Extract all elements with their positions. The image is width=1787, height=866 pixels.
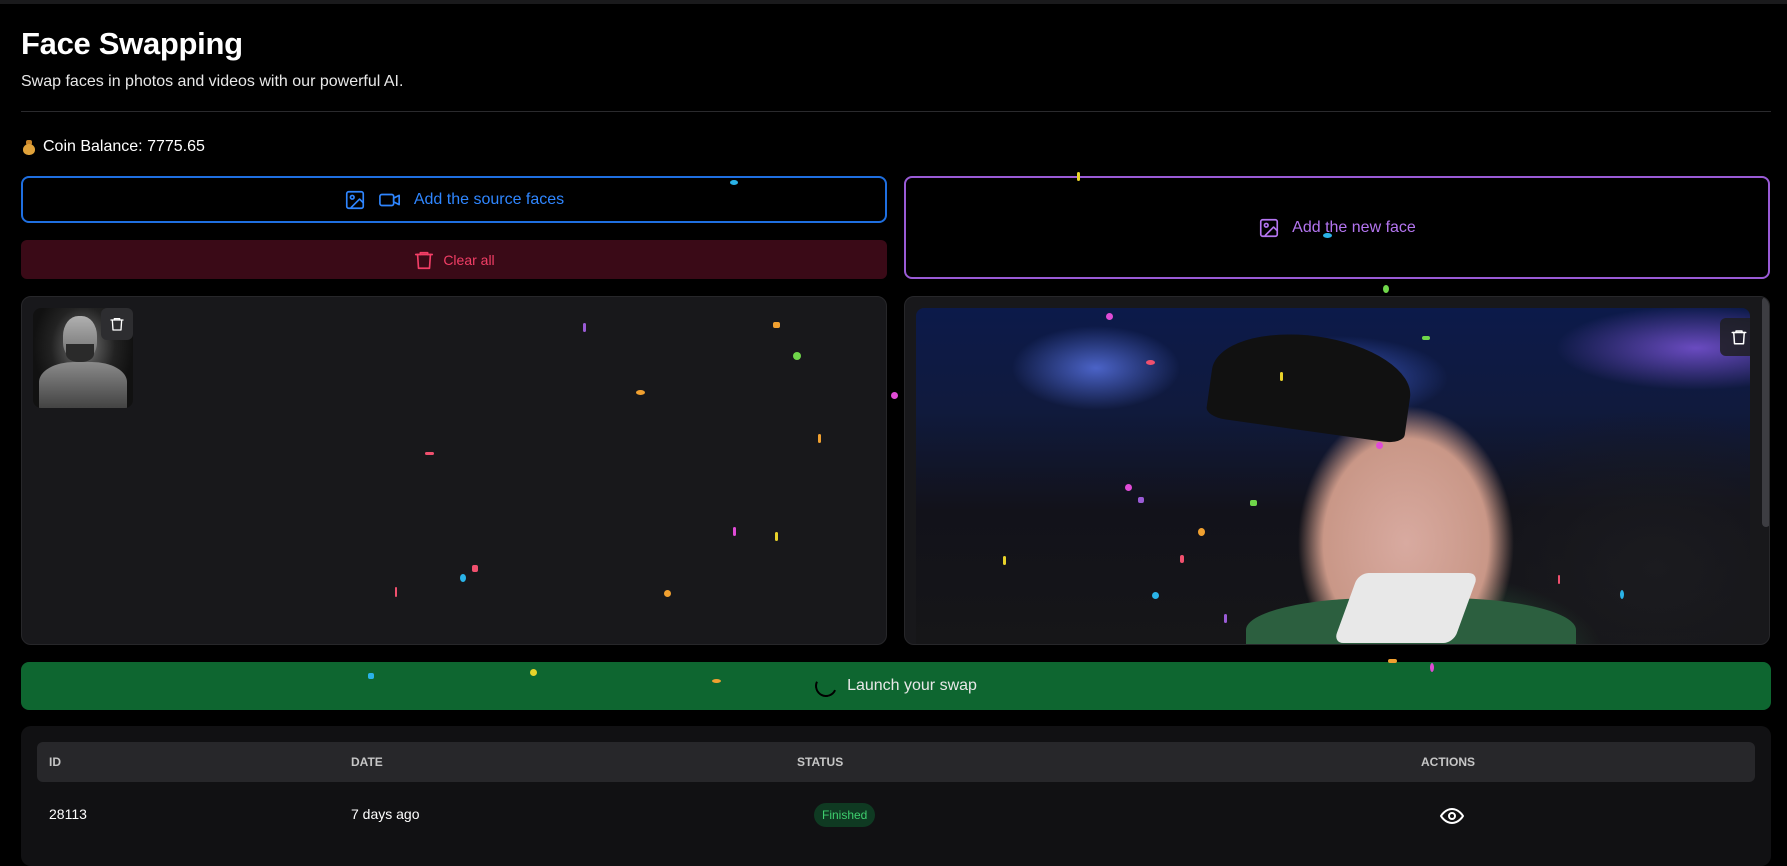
confetti-piece — [1388, 659, 1397, 663]
confetti-piece — [636, 390, 645, 395]
add-source-faces-label: Add the source faces — [413, 190, 565, 208]
new-face-preview-image — [916, 308, 1750, 644]
confetti-piece — [664, 590, 671, 597]
confetti-piece — [583, 323, 586, 332]
confetti-piece — [712, 679, 721, 683]
confetti-piece — [733, 527, 736, 536]
confetti-piece — [730, 180, 738, 185]
coin-balance: Coin Balance: 7775.65 — [21, 138, 205, 156]
confetti-piece — [1323, 233, 1332, 238]
confetti-piece — [1250, 500, 1257, 506]
loading-spinner-icon — [811, 671, 841, 701]
confetti-piece — [1376, 442, 1383, 449]
clear-all-button[interactable]: Clear all — [21, 240, 887, 279]
confetti-piece — [818, 434, 821, 443]
add-new-face-button[interactable]: Add the new face — [904, 176, 1770, 279]
row-date: 7 days ago — [351, 806, 420, 822]
video-icon — [378, 193, 400, 206]
confetti-piece — [395, 587, 397, 597]
status-badge: Finished — [814, 803, 876, 827]
confetti-piece — [1106, 313, 1113, 320]
delete-source-face-button[interactable] — [101, 308, 133, 340]
confetti-piece — [891, 392, 898, 399]
confetti-piece — [775, 532, 778, 541]
column-header-date: DATE — [351, 755, 383, 769]
confetti-piece — [1152, 592, 1159, 599]
confetti-piece — [1224, 614, 1227, 623]
confetti-piece — [1003, 556, 1006, 565]
confetti-piece — [1422, 336, 1430, 340]
confetti-piece — [1383, 285, 1389, 293]
page-subtitle: Swap faces in photos and videos with our… — [21, 73, 404, 90]
confetti-piece — [472, 565, 478, 572]
launch-swap-label: Launch your swap — [847, 677, 977, 694]
column-header-status: STATUS — [797, 755, 844, 769]
scrollbar[interactable] — [1762, 297, 1769, 527]
confetti-piece — [530, 669, 537, 676]
add-source-faces-button[interactable]: Add the source faces — [21, 176, 887, 223]
delete-new-face-button[interactable] — [1720, 318, 1750, 356]
image-icon — [1260, 218, 1279, 237]
table-row: 28113 7 days ago Finished — [37, 786, 1755, 836]
column-header-actions: ACTIONS — [1421, 755, 1475, 769]
eye-icon[interactable] — [1440, 804, 1464, 828]
confetti-piece — [1125, 484, 1132, 491]
row-id: 28113 — [49, 806, 87, 822]
top-border — [0, 0, 1787, 4]
coin-balance-label: Coin Balance: 7775.65 — [43, 138, 205, 155]
swap-history-table: ID DATE STATUS ACTIONS 28113 7 days ago … — [21, 726, 1771, 866]
new-face-panel — [904, 296, 1770, 645]
confetti-piece — [1620, 590, 1624, 599]
confetti-piece — [368, 673, 374, 679]
confetti-piece — [460, 574, 466, 582]
confetti-piece — [1280, 372, 1283, 381]
column-header-id: ID — [49, 755, 61, 769]
confetti-piece — [425, 452, 434, 455]
confetti-piece — [1077, 172, 1080, 181]
confetti-piece — [773, 322, 780, 328]
trash-icon — [110, 318, 124, 331]
image-icon — [345, 190, 364, 209]
source-faces-panel — [21, 296, 887, 645]
trash-icon — [1731, 330, 1747, 345]
money-bag-icon — [21, 139, 37, 155]
trash-icon — [415, 251, 434, 269]
launch-swap-button[interactable]: Launch your swap — [21, 662, 1771, 710]
confetti-piece — [1198, 528, 1205, 536]
confetti-piece — [1180, 555, 1184, 563]
page-title: Face Swapping — [21, 26, 243, 61]
add-new-face-label: Add the new face — [1292, 218, 1416, 236]
confetti-piece — [1558, 575, 1560, 584]
confetti-piece — [1138, 497, 1144, 503]
confetti-piece — [793, 352, 801, 360]
confetti-piece — [1430, 663, 1434, 672]
header-divider — [21, 111, 1771, 112]
confetti-piece — [1146, 360, 1155, 365]
table-header: ID DATE STATUS ACTIONS — [37, 742, 1755, 782]
clear-all-label: Clear all — [443, 251, 495, 268]
